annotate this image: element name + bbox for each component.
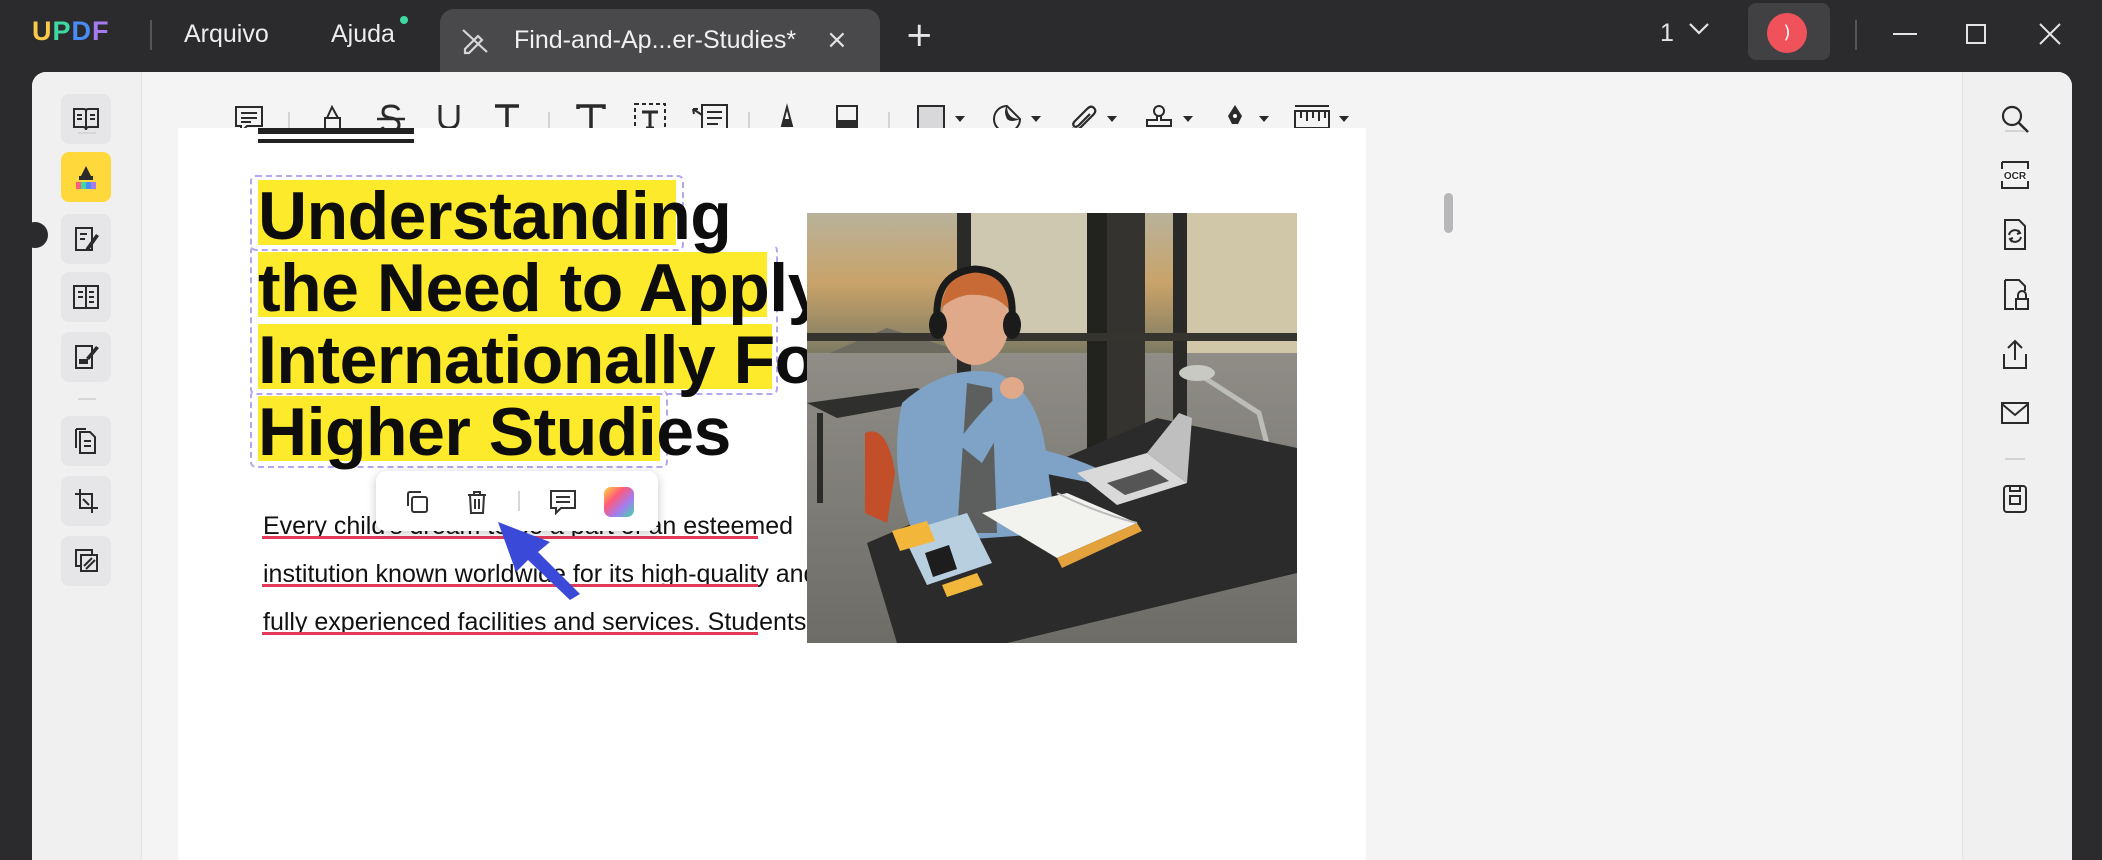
minimize-icon[interactable] [1885, 14, 1925, 54]
sidebar-divider [78, 132, 96, 134]
logo-letter: D [71, 16, 93, 46]
logo-letter: U [32, 16, 53, 46]
reader-icon[interactable] [61, 94, 111, 144]
logo-letter: F [92, 16, 110, 46]
chevron-down-icon[interactable] [1686, 16, 1712, 47]
decorative-rule [258, 139, 414, 143]
email-icon[interactable] [1992, 390, 2038, 436]
color-picker-icon[interactable] [602, 485, 636, 519]
redact-icon[interactable] [61, 536, 111, 586]
vertical-scrollbar[interactable] [1444, 193, 1453, 233]
document-tab[interactable]: Find-and-Ap...er-Studies* × [440, 9, 880, 72]
headline-line: Higher Studies [258, 394, 731, 470]
share-icon[interactable] [1992, 332, 2038, 378]
decorative-rule [258, 128, 414, 134]
ocr-label: OCR [2004, 171, 2027, 182]
logo-letter: P [52, 16, 72, 46]
sidebar-divider [2005, 130, 2025, 132]
edit-off-icon [460, 27, 490, 60]
student-photo [807, 213, 1297, 643]
ocr-icon[interactable]: OCR [1992, 152, 2038, 198]
save-icon[interactable] [1992, 476, 2038, 522]
protect-icon[interactable] [1992, 272, 2038, 318]
popup-divider [518, 491, 520, 511]
comment-mode-icon[interactable] [61, 152, 111, 202]
convert-icon[interactable] [1992, 212, 2038, 258]
title-divider [1855, 20, 1857, 50]
close-window-icon[interactable] [2030, 14, 2070, 54]
menu-arquivo[interactable]: Arquivo [184, 20, 269, 49]
copy-icon[interactable] [400, 485, 434, 519]
search-icon[interactable] [1992, 96, 2038, 142]
avatar: ) [1767, 13, 1807, 53]
new-tab-icon[interactable]: + [905, 18, 934, 52]
left-sidebar [32, 72, 142, 860]
tab-close-icon[interactable]: × [826, 27, 848, 53]
updf-logo: UPDF [32, 16, 110, 47]
form-icon[interactable] [61, 332, 111, 382]
underline-mark [262, 632, 758, 635]
headline-line: Internationally For [258, 322, 842, 398]
headline-line: Understanding [258, 178, 732, 254]
page-tools-icon[interactable] [61, 416, 111, 466]
updf-window: UPDF Arquivo Ajuda Find-and-Ap...er-Stud… [0, 0, 2102, 860]
title-divider [150, 20, 152, 50]
account-button[interactable]: ) [1748, 3, 1830, 60]
sidebar-divider [2005, 458, 2025, 460]
tutorial-pointer-arrow [488, 512, 588, 607]
update-indicator-dot [400, 16, 408, 24]
edit-pdf-icon[interactable] [61, 214, 111, 264]
headline-line: the Need to Apply [258, 250, 826, 326]
title-bar: UPDF Arquivo Ajuda Find-and-Ap...er-Stud… [0, 0, 2102, 72]
maximize-icon[interactable] [1956, 14, 1996, 54]
crop-icon[interactable] [61, 476, 111, 526]
tab-title: Find-and-Ap...er-Studies* [514, 26, 797, 54]
sidebar-divider [78, 398, 96, 400]
page-indicator[interactable]: 1 [1660, 19, 1674, 48]
menu-ajuda[interactable]: Ajuda [331, 20, 395, 49]
organize-pages-icon[interactable] [61, 272, 111, 322]
